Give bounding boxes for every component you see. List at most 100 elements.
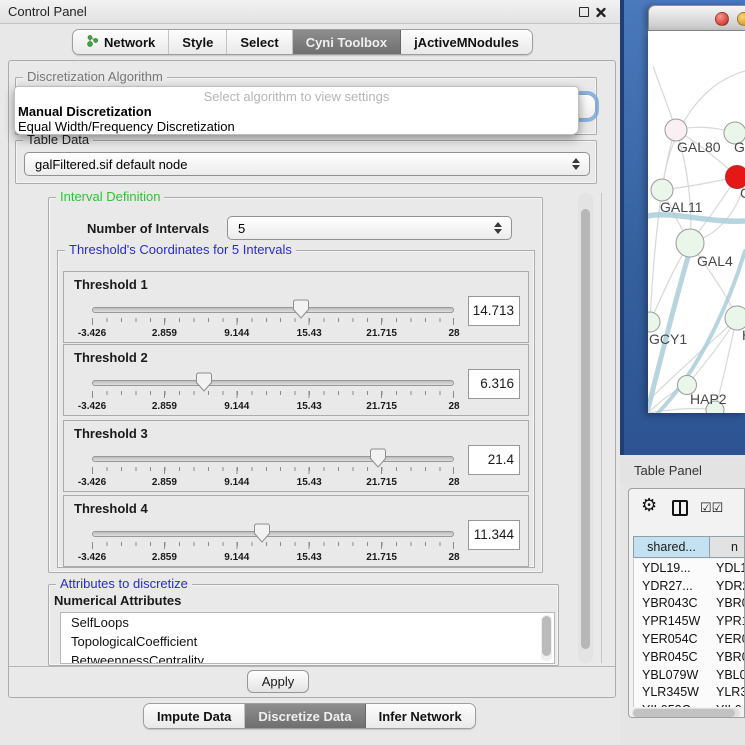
threshold-4-panel: Threshold 4 -3.426 2.859 9.144 15.43 21: [63, 495, 529, 567]
panel-title: Control Panel: [8, 4, 87, 19]
number-of-intervals-spinner[interactable]: 5: [227, 216, 512, 240]
label-hap2: HAP2: [690, 391, 727, 407]
spinner-arrows-icon: [494, 222, 502, 234]
slider-ticks: [92, 391, 454, 399]
control-panel: Control Panel Network Style Select Cyni …: [0, 0, 620, 745]
threshold-3-slider[interactable]: -3.426 2.859 9.144 15.43 21.715 28: [92, 454, 454, 492]
threshold-value-field[interactable]: 21.4: [468, 445, 520, 475]
tick-labels: -3.426 2.859 9.144 15.43 21.715 28: [92, 477, 454, 489]
window-minimize-icon[interactable]: [737, 12, 745, 26]
label-gal4: GAL4: [697, 253, 733, 269]
table-row[interactable]: YBR043CYBR0: [634, 595, 745, 613]
threshold-4-slider[interactable]: -3.426 2.859 9.144 15.43 21.715 28: [92, 529, 454, 567]
node-gcy1[interactable]: [648, 312, 660, 332]
tab-cyni-toolbox[interactable]: Cyni Toolbox: [293, 30, 401, 54]
top-tab-bar: Network Style Select Cyni Toolbox jActiv…: [72, 29, 533, 55]
network-window-titlebar[interactable]: [648, 5, 745, 31]
table-body[interactable]: YDL19...YDL1 YDR27...YDR2 YBR043CYBR0 YP…: [633, 559, 745, 707]
intervals-value: 5: [228, 221, 494, 236]
table-row[interactable]: YER054CYER0: [634, 630, 745, 648]
attributes-group: Attributes to discretize Numerical Attri…: [48, 584, 559, 666]
table-row[interactable]: YLR345WYLR3: [634, 684, 745, 702]
tab-style[interactable]: Style: [169, 30, 227, 54]
threshold-2-panel: Threshold 2 -3.426 2.859 9.144 15.43 21: [63, 344, 529, 416]
slider-track[interactable]: [92, 531, 454, 537]
tab-jactivemnodules[interactable]: jActiveMNodules: [401, 30, 532, 54]
table-row[interactable]: YBL079WYBL0: [634, 666, 745, 684]
checkboxes-icon[interactable]: ☑☑: [700, 500, 723, 516]
threshold-2-slider[interactable]: -3.426 2.859 9.144 15.43 21.715 28: [92, 378, 454, 416]
list-item[interactable]: TopologicalCoefficient: [61, 632, 554, 651]
table-row[interactable]: YIL052CYIL0: [634, 701, 745, 707]
threshold-value-field[interactable]: 6.316: [468, 369, 520, 399]
node-pink[interactable]: [665, 119, 687, 141]
threshold-label: Threshold 4: [74, 501, 148, 516]
threshold-value-field[interactable]: 14.713: [468, 296, 520, 326]
attributes-list[interactable]: SelfLoops TopologicalCoefficient Between…: [60, 612, 555, 664]
threshold-label: Threshold 3: [74, 426, 148, 441]
network-icon: [86, 33, 99, 51]
number-of-intervals-label: Number of Intervals: [87, 221, 209, 236]
table-horizontal-scrollbar[interactable]: [632, 708, 740, 718]
table-data-group: Table Data galFiltered.sif default node: [15, 140, 597, 184]
threshold-1-panel: Threshold 1 -3.426 2.859 9.144 15.43 21: [63, 271, 529, 343]
thresholds-group: Threshold's Coordinates for 5 Intervals …: [57, 250, 535, 568]
dropdown-option-equal-width[interactable]: Equal Width/Frequency Discretization: [15, 119, 578, 134]
column-header-name[interactable]: n: [710, 536, 745, 558]
slider-ticks: [92, 467, 454, 475]
threshold-label: Threshold 1: [74, 277, 148, 292]
slider-track[interactable]: [92, 307, 454, 313]
tick-labels: -3.426 2.859 9.144 15.43 21.715 28: [92, 401, 454, 413]
threshold-1-slider[interactable]: -3.426 2.859 9.144 15.43 21.715 28: [92, 305, 454, 343]
table-row[interactable]: YPR145WYPR1: [634, 612, 745, 630]
network-canvas[interactable]: GAL80 GA GAL11 GAL4 GCY1 H HAP2 C: [648, 31, 745, 413]
table-panel-title: Table Panel: [634, 463, 702, 478]
slider-track[interactable]: [92, 456, 454, 462]
tab-select[interactable]: Select: [227, 30, 292, 54]
slider-thumb[interactable]: [293, 299, 309, 319]
threshold-value-field[interactable]: 11.344: [468, 520, 520, 550]
slider-thumb[interactable]: [370, 448, 386, 468]
group-title: Attributes to discretize: [56, 576, 192, 591]
tab-network[interactable]: Network: [73, 30, 169, 54]
tab-infer-network[interactable]: Infer Network: [366, 704, 475, 728]
close-icon[interactable]: [595, 6, 607, 22]
combo-arrows-icon: [572, 158, 580, 170]
slider-thumb[interactable]: [254, 523, 270, 543]
app-root: { "panel": { "title": "Control Panel" },…: [0, 0, 745, 745]
slider-track[interactable]: [92, 380, 454, 386]
group-title: Threshold's Coordinates for 5 Intervals: [65, 242, 296, 257]
apply-button[interactable]: Apply: [247, 670, 309, 693]
label-ga: GA: [734, 139, 745, 155]
table-row[interactable]: YBR045CYBR0: [634, 648, 745, 666]
column-header-shared[interactable]: shared...: [633, 536, 710, 558]
float-window-icon[interactable]: [579, 7, 589, 17]
numerical-attributes-label: Numerical Attributes: [54, 593, 181, 608]
list-scrollbar[interactable]: [541, 615, 552, 661]
gear-icon[interactable]: ⚙: [641, 495, 657, 516]
algorithm-dropdown-popup: Select algorithm to view settings Manual…: [14, 86, 579, 135]
columns-icon[interactable]: [672, 500, 688, 516]
panel-scrollbar[interactable]: [578, 193, 593, 663]
node-gal11[interactable]: [651, 179, 673, 201]
control-panel-titlebar: Control Panel: [0, 0, 620, 24]
tick-labels: -3.426 2.859 9.144 15.43 21.715 28: [92, 328, 454, 340]
slider-ticks: [92, 318, 454, 326]
network-desktop: GAL80 GA GAL11 GAL4 GCY1 H HAP2 C: [620, 0, 745, 455]
group-title: Interval Definition: [56, 189, 164, 204]
group-title: Discretization Algorithm: [23, 69, 167, 84]
table-row[interactable]: YDR27...YDR2: [634, 577, 745, 595]
table-header-row: shared... n: [633, 536, 745, 558]
slider-thumb[interactable]: [196, 372, 212, 392]
tab-discretize-data[interactable]: Discretize Data: [245, 704, 365, 728]
list-item[interactable]: SelfLoops: [61, 613, 554, 632]
slider-ticks: [92, 542, 454, 550]
interval-definition-group: Interval Definition Number of Intervals …: [48, 197, 543, 573]
window-close-icon[interactable]: [715, 12, 729, 26]
table-row[interactable]: YDL19...YDL1: [634, 559, 745, 577]
label-gal80: GAL80: [677, 139, 721, 155]
list-item[interactable]: BetweennessCentrality: [61, 651, 554, 664]
table-data-combobox[interactable]: galFiltered.sif default node: [24, 152, 590, 176]
dropdown-option-manual[interactable]: Manual Discretization: [15, 104, 578, 119]
tab-impute-data[interactable]: Impute Data: [144, 704, 245, 728]
